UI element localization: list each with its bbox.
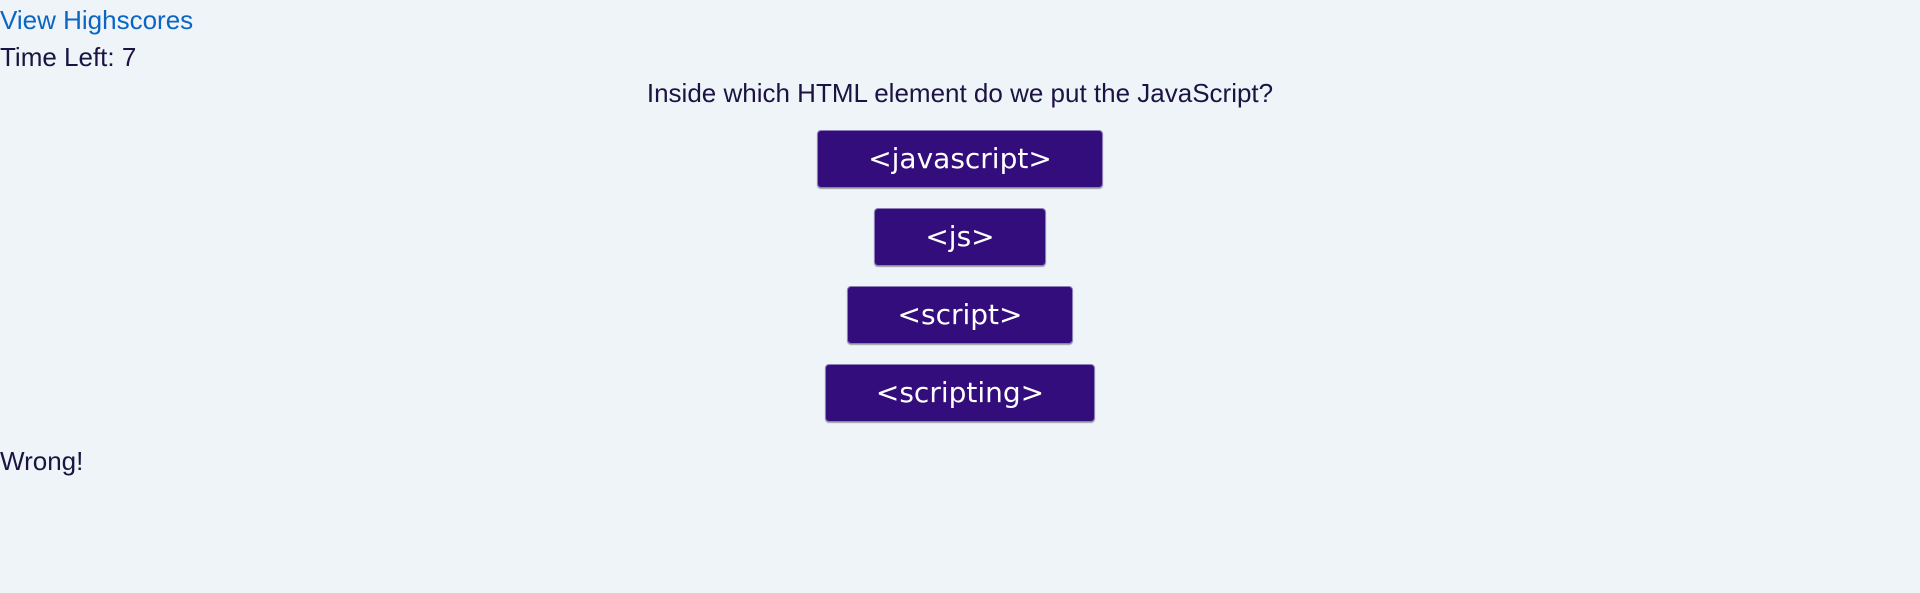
- answer-list: <javascript> <js> <script> <scripting>: [0, 130, 1920, 442]
- answer-button-javascript[interactable]: <javascript>: [817, 130, 1103, 188]
- question-text: Inside which HTML element do we put the …: [646, 78, 1274, 108]
- view-highscores-link[interactable]: View Highscores: [0, 4, 193, 36]
- time-left-label: Time Left: 7: [0, 42, 137, 72]
- answer-button-script[interactable]: <script>: [846, 286, 1074, 344]
- quiz-page: View Highscores Time Left: 7 Inside whic…: [0, 0, 1920, 593]
- answer-button-scripting[interactable]: <scripting>: [824, 364, 1096, 422]
- answer-feedback: Wrong!: [0, 446, 84, 476]
- answer-button-js[interactable]: <js>: [874, 208, 1046, 266]
